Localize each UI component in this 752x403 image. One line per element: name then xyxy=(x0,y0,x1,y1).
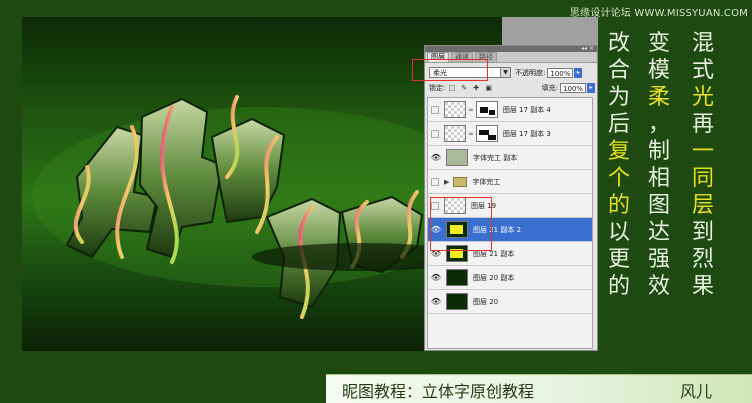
instruction-char: 柔 xyxy=(647,85,670,110)
instruction-char: 效 xyxy=(647,274,670,299)
panel-collapse-icon[interactable]: ◂◂ ✕ xyxy=(581,46,594,52)
lock-row: 锁定: □ ✎ ✚ ▣ 填充: 100% ▸ xyxy=(429,82,595,94)
eye-icon[interactable]: 👁 xyxy=(430,272,442,284)
layer-highlight-box xyxy=(430,197,492,251)
layer-name: 图层 20 副本 xyxy=(473,273,515,282)
layer-thumbnail xyxy=(444,125,466,142)
fill-field[interactable]: 100% xyxy=(560,83,586,93)
layer-group-row[interactable]: ▶ 字体完工 xyxy=(428,170,592,194)
instruction-char: 为 xyxy=(607,85,630,110)
instruction-char: ， xyxy=(647,112,670,137)
layer-thumbnail xyxy=(446,149,468,166)
instruction-column: 改 合 为 后 复 个 的 以 更 的 xyxy=(602,30,636,300)
folder-icon xyxy=(453,176,468,187)
link-icon: ∞ xyxy=(468,129,474,138)
instruction-char: 合 xyxy=(607,58,630,83)
instruction-char: 强 xyxy=(647,247,670,272)
instruction-char: 模 xyxy=(647,58,670,83)
panel-title-bar[interactable]: ◂◂ ✕ xyxy=(425,46,597,52)
instruction-char: 烈 xyxy=(691,247,714,272)
layer-name: 图层 17 副本 4 xyxy=(502,105,551,114)
opacity-label: 不透明度: xyxy=(515,68,546,77)
fill-slider-icon[interactable]: ▸ xyxy=(587,83,595,93)
lock-icons[interactable]: □ ✎ ✚ ▣ xyxy=(448,84,494,92)
instruction-char: 相 xyxy=(647,166,670,191)
footer-banner: 昵图教程：立体字原创教程 风儿 xyxy=(326,374,752,403)
instruction-char: 达 xyxy=(647,220,670,245)
site-watermark: 思缘设计论坛 WWW.MISSYUAN.COM xyxy=(569,8,748,19)
instruction-char: 同 xyxy=(691,166,714,191)
layer-name: 图层 20 xyxy=(473,297,499,306)
visibility-toggle[interactable] xyxy=(431,177,439,186)
layer-thumbnail xyxy=(446,293,468,310)
instruction-char: 混 xyxy=(691,31,714,56)
tutorial-frame: 思缘设计论坛 WWW.MISSYUAN.COM ◂◂ ✕ 图层 通道 路径 柔光… xyxy=(0,0,752,403)
eye-icon[interactable]: 👁 xyxy=(430,296,442,308)
tutorial-title: 昵图教程：立体字原创教程 xyxy=(342,382,535,401)
instruction-char: 变 xyxy=(647,31,670,56)
instruction-char: 图 xyxy=(647,193,670,218)
blend-mode-highlight-box xyxy=(412,59,488,81)
author-name: 风儿 xyxy=(680,382,713,401)
instruction-char: 个 xyxy=(607,166,630,191)
layer-name: 字体完工 xyxy=(472,177,501,186)
visibility-toggle[interactable] xyxy=(431,129,439,138)
instruction-text: 改 合 为 后 复 个 的 以 更 的 变 模 柔 ， 制 相 图 达 强 效 … xyxy=(602,30,752,370)
lock-label: 锁定: xyxy=(429,84,446,92)
layer-mask-thumbnail xyxy=(475,125,498,142)
instruction-char: 更 xyxy=(607,247,630,272)
instruction-char: 复 xyxy=(607,139,630,164)
instruction-char: 果 xyxy=(691,274,714,299)
layer-row[interactable]: ∞ 图层 17 副本 4 xyxy=(428,98,592,122)
instruction-char: 的 xyxy=(607,274,630,299)
instruction-char: 改 xyxy=(607,31,630,56)
instruction-char: 再 xyxy=(691,112,714,137)
layer-row[interactable]: 👁 图层 20 xyxy=(428,290,592,314)
layer-row[interactable]: 👁 图层 20 副本 xyxy=(428,266,592,290)
layer-row[interactable]: ∞ 图层 17 副本 3 xyxy=(428,122,592,146)
layer-thumbnail xyxy=(446,269,468,286)
fill-label: 填充: xyxy=(541,84,558,92)
layer-mask-thumbnail xyxy=(475,101,498,118)
instruction-char: 一 xyxy=(691,139,714,164)
opacity-slider-icon[interactable]: ▸ xyxy=(574,67,583,78)
instruction-column: 变 模 柔 ， 制 相 图 达 强 效 xyxy=(642,30,676,300)
layer-name: 图层 17 副本 3 xyxy=(502,129,551,138)
layer-name: 字体完工 副本 xyxy=(473,153,518,162)
instruction-char: 层 xyxy=(691,193,714,218)
instruction-column: 混 式 光 再 一 同 层 到 烈 果 xyxy=(686,30,720,300)
chevron-right-icon[interactable]: ▶ xyxy=(444,178,449,186)
chevron-down-icon[interactable]: ▼ xyxy=(500,68,510,77)
instruction-char: 以 xyxy=(607,220,630,245)
layer-thumbnail xyxy=(444,101,466,118)
visibility-toggle[interactable] xyxy=(431,105,439,114)
instruction-char: 式 xyxy=(691,58,714,83)
link-icon: ∞ xyxy=(468,105,474,114)
instruction-char: 的 xyxy=(607,193,630,218)
instruction-char: 光 xyxy=(691,85,714,110)
opacity-field[interactable]: 100% xyxy=(547,67,574,78)
instruction-char: 到 xyxy=(691,220,714,245)
instruction-char: 后 xyxy=(607,112,630,137)
eye-icon[interactable]: 👁 xyxy=(430,152,442,164)
layer-row[interactable]: 👁 字体完工 副本 xyxy=(428,146,592,170)
instruction-char: 制 xyxy=(647,139,670,164)
